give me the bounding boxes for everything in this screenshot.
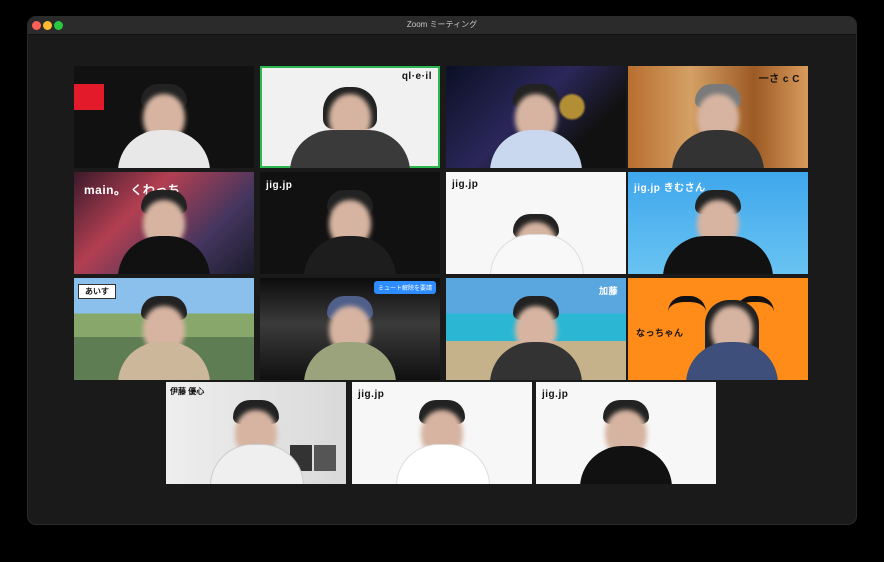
tile-label: jig.jp: [266, 180, 293, 191]
window-titlebar: Zoom ミーティング: [28, 17, 856, 35]
person-body: [663, 236, 773, 274]
person-body: [490, 234, 584, 274]
video-tile-7[interactable]: jig.jp: [446, 172, 626, 274]
zoom-window: Zoom ミーティング ql·e·il 一さ c C main。 くわっち ji…: [28, 17, 856, 524]
video-tile-12[interactable]: なっちゃん: [628, 278, 808, 380]
video-tile-5[interactable]: main。 くわっち: [74, 172, 254, 274]
video-tile-15[interactable]: jig.jp: [536, 382, 716, 484]
person-body: [686, 342, 779, 380]
person-body: [118, 236, 210, 274]
video-tile-13[interactable]: 伊藤 優心: [166, 382, 346, 484]
tile-label: jig.jp: [542, 389, 569, 400]
video-tile-10[interactable]: ミュート解除を要請: [260, 278, 440, 380]
person-body: [290, 130, 410, 168]
person-body: [490, 130, 582, 168]
person-body: [396, 444, 490, 484]
window-title: Zoom ミーティング: [406, 20, 478, 29]
video-tile-11[interactable]: 加藤: [446, 278, 626, 380]
flag-icon: [74, 84, 104, 110]
cat-photo-icon: [314, 445, 336, 471]
tile-label: jig.jp きむさん: [634, 183, 706, 194]
person-body: [304, 236, 396, 274]
person-body: [118, 342, 210, 380]
tile-label: 伊藤 優心: [170, 387, 205, 396]
video-tile-3[interactable]: [446, 66, 626, 168]
video-tile-2[interactable]: ql·e·il: [260, 66, 440, 168]
person-body: [672, 130, 764, 168]
video-tile-1[interactable]: [74, 66, 254, 168]
person-body: [118, 130, 210, 168]
person-body: [580, 446, 672, 484]
video-tile-8[interactable]: jig.jp きむさん: [628, 172, 808, 274]
person-body: [304, 342, 396, 380]
cartoon-eye-left: [668, 296, 706, 312]
video-tile-9[interactable]: あいす: [74, 278, 254, 380]
person-body: [490, 342, 582, 380]
tile-label: 一さ c C: [758, 74, 800, 85]
tile-label: なっちゃん: [636, 328, 684, 338]
video-tile-4[interactable]: 一さ c C: [628, 66, 808, 168]
tile-label: あいす: [78, 284, 116, 299]
video-tile-6[interactable]: jig.jp: [260, 172, 440, 274]
video-tile-14[interactable]: jig.jp: [352, 382, 532, 484]
request-unmute-button[interactable]: ミュート解除を要請: [373, 281, 436, 294]
tile-label: jig.jp: [452, 179, 479, 190]
tile-label: 加藤: [598, 286, 618, 296]
tile-label: jig.jp: [358, 389, 385, 400]
tile-label: ql·e·il: [401, 71, 432, 82]
